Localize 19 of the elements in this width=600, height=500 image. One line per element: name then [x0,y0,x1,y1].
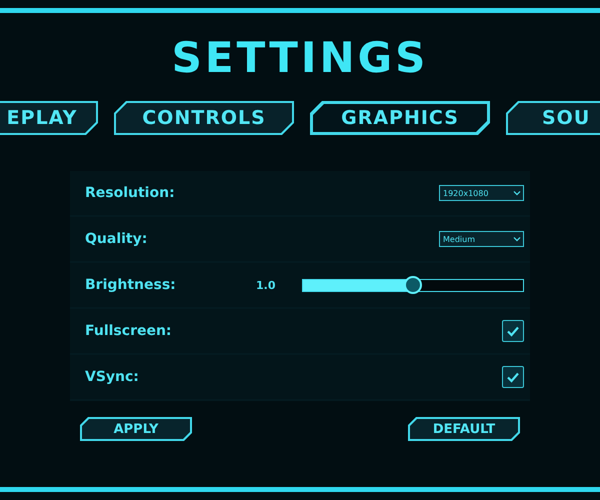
setting-label: Fullscreen: [85,323,173,339]
dropdown[interactable]: Medium [439,231,524,247]
setting-label: Brightness: [85,277,177,293]
setting-label: VSync: [85,369,140,385]
tab[interactable]: GRAPHICS [310,101,490,135]
chevron-icon [513,236,521,242]
slider-value: 1.0 [256,278,276,292]
action-button[interactable]: APPLY [80,417,192,441]
checkbox[interactable] [502,366,524,388]
slider-thumb[interactable] [404,276,422,294]
chevron-icon [513,190,521,196]
setting-label: Quality: [85,231,148,247]
tab[interactable]: CONTROLS [114,101,294,135]
slider-track[interactable] [302,278,524,292]
settings-title: SETTINGS [172,37,428,79]
checkbox[interactable] [502,320,524,342]
action-button[interactable]: DEFAULT [408,417,520,441]
dropdown[interactable]: 1920x1080 [439,185,524,201]
setting-label: Resolution: [85,185,176,201]
